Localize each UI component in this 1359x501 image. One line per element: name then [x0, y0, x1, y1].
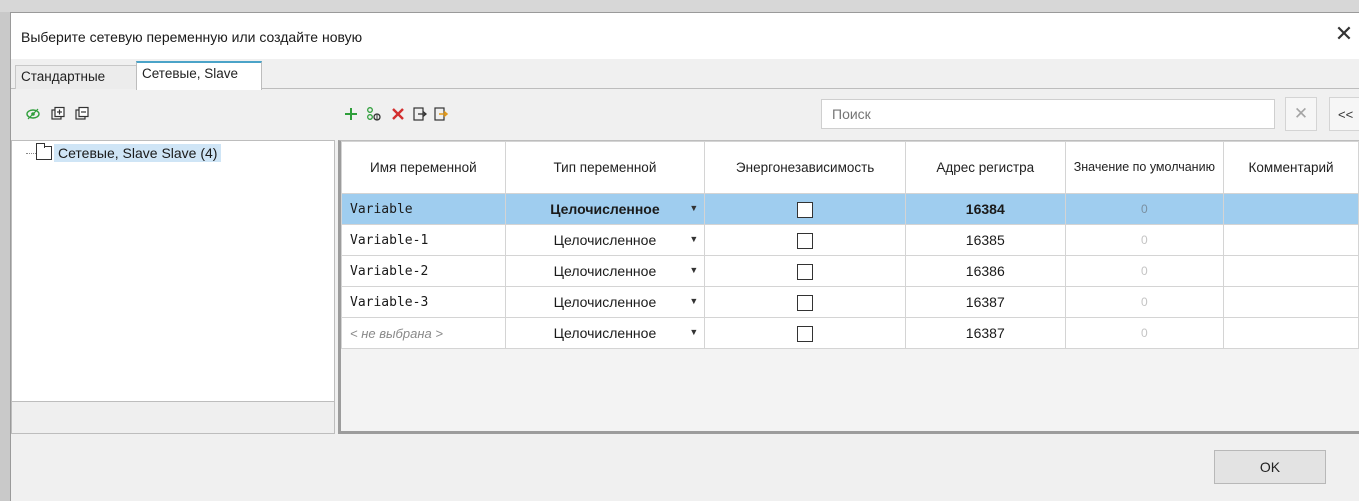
cell-comment[interactable] — [1223, 286, 1359, 318]
ok-button[interactable]: OK — [1214, 450, 1326, 484]
clear-search-icon[interactable]: ✕ — [1285, 97, 1317, 131]
type-value: Целочисленное — [553, 232, 657, 248]
cell-comment[interactable] — [1223, 317, 1359, 349]
cell-default-value[interactable]: 0 — [1064, 255, 1225, 287]
column-header-type[interactable]: Тип переменной — [504, 141, 706, 194]
dialog-titlebar: Выберите сетевую переменную или создайте… — [11, 13, 1359, 59]
cell-variable-type[interactable]: Целочисленное ▼ — [504, 317, 706, 349]
export-icon[interactable] — [432, 105, 450, 123]
select-variable-dialog: Выберите сетевую переменную или создайте… — [10, 12, 1359, 501]
cell-comment[interactable] — [1223, 224, 1359, 256]
cell-variable-name[interactable]: Variable-1 — [341, 224, 506, 256]
nonvolatile-checkbox[interactable] — [797, 201, 814, 218]
table-row[interactable]: Variable-3 Целочисленное ▼ 16387 0 — [341, 286, 1359, 318]
type-value: Целочисленное — [553, 294, 657, 310]
cell-comment[interactable] — [1223, 193, 1359, 225]
collapse-all-icon[interactable] — [73, 105, 91, 123]
table-row[interactable]: Variable-1 Целочисленное ▼ 16385 0 — [341, 224, 1359, 256]
nonvolatile-checkbox[interactable] — [797, 232, 814, 249]
cell-variable-type[interactable]: Целочисленное ▼ — [504, 193, 706, 225]
cell-default-value[interactable]: 0 — [1064, 286, 1225, 318]
dialog-title: Выберите сетевую переменную или создайте… — [21, 29, 363, 45]
collapse-panel-button[interactable]: << — [1329, 97, 1359, 131]
import-icon[interactable] — [411, 105, 429, 123]
search-input[interactable] — [822, 100, 1274, 128]
column-header-default-value[interactable]: Значение по умолчанию — [1064, 141, 1225, 194]
nonvolatile-checkbox[interactable] — [797, 325, 814, 342]
cell-register-address[interactable]: 16386 — [905, 255, 1066, 287]
variables-grid-pane: Имя переменной Тип переменной Энергонеза… — [338, 140, 1359, 434]
type-value: Целочисленное — [550, 201, 660, 217]
add-multiple-icon[interactable] — [365, 105, 383, 123]
cell-variable-name[interactable]: < не выбрана > — [341, 317, 506, 349]
cell-default-value[interactable]: 0 — [1064, 317, 1225, 349]
table-header-row: Имя переменной Тип переменной Энергонеза… — [341, 141, 1359, 194]
cell-register-address[interactable]: 16387 — [905, 286, 1066, 318]
cell-variable-type[interactable]: Целочисленное ▼ — [504, 224, 706, 256]
nonvolatile-checkbox[interactable] — [797, 263, 814, 280]
tab-bar: Стандартные Сетевые, Slave — [11, 59, 1359, 90]
cell-variable-name[interactable]: Variable-2 — [341, 255, 506, 287]
type-value: Целочисленное — [553, 325, 657, 341]
cell-nonvolatile — [704, 193, 906, 225]
tree-connector — [26, 153, 36, 154]
variable-group-tree: Сетевые, Slave Slave (4) — [11, 140, 335, 402]
dropdown-arrow-icon[interactable]: ▼ — [689, 265, 698, 275]
dropdown-arrow-icon[interactable]: ▼ — [689, 234, 698, 244]
cell-nonvolatile — [704, 224, 906, 256]
cell-register-address[interactable]: 16384 — [905, 193, 1066, 225]
cell-nonvolatile — [704, 286, 906, 318]
expand-all-icon[interactable] — [49, 105, 67, 123]
tree-item-network-slave[interactable]: Сетевые, Slave Slave (4) — [54, 144, 222, 162]
tab-standard[interactable]: Стандартные — [15, 65, 137, 89]
dropdown-arrow-icon[interactable]: ▼ — [689, 296, 698, 306]
dropdown-arrow-icon[interactable]: ▼ — [689, 327, 698, 337]
type-value: Целочисленное — [553, 263, 657, 279]
search-field[interactable] — [821, 99, 1275, 129]
cell-register-address[interactable]: 16385 — [905, 224, 1066, 256]
cell-default-value[interactable]: 0 — [1064, 193, 1225, 225]
background-window-strip — [0, 0, 1359, 12]
delete-icon[interactable] — [389, 105, 407, 123]
table-row[interactable]: Variable-2 Целочисленное ▼ 16386 0 — [341, 255, 1359, 287]
add-icon[interactable] — [342, 105, 360, 123]
dropdown-arrow-icon[interactable]: ▼ — [689, 203, 698, 213]
cell-comment[interactable] — [1223, 255, 1359, 287]
column-header-name[interactable]: Имя переменной — [341, 141, 506, 194]
cell-variable-type[interactable]: Целочисленное ▼ — [504, 255, 706, 287]
cell-nonvolatile — [704, 317, 906, 349]
close-icon[interactable]: ✕ — [1329, 19, 1359, 49]
nonvolatile-checkbox[interactable] — [797, 294, 814, 311]
cell-variable-name[interactable]: Variable — [341, 193, 506, 225]
column-header-comment[interactable]: Комментарий — [1223, 141, 1359, 194]
cell-register-address[interactable]: 16387 — [905, 317, 1066, 349]
cell-default-value[interactable]: 0 — [1064, 224, 1225, 256]
visibility-icon[interactable] — [24, 105, 42, 123]
column-header-nonvolatile[interactable]: Энергонезависимость — [704, 141, 906, 194]
tab-network-slave[interactable]: Сетевые, Slave — [136, 61, 262, 90]
cell-variable-type[interactable]: Целочисленное ▼ — [504, 286, 706, 318]
table-row[interactable]: Variable Целочисленное ▼ 16384 0 — [341, 193, 1359, 225]
column-header-register-address[interactable]: Адрес регистра — [905, 141, 1066, 194]
cell-nonvolatile — [704, 255, 906, 287]
cell-variable-name[interactable]: Variable-3 — [341, 286, 506, 318]
variables-table: Имя переменной Тип переменной Энергонеза… — [341, 141, 1359, 349]
folder-icon — [36, 143, 52, 160]
table-row[interactable]: < не выбрана > Целочисленное ▼ 16387 0 — [341, 317, 1359, 349]
tree-status-bar — [11, 402, 335, 434]
